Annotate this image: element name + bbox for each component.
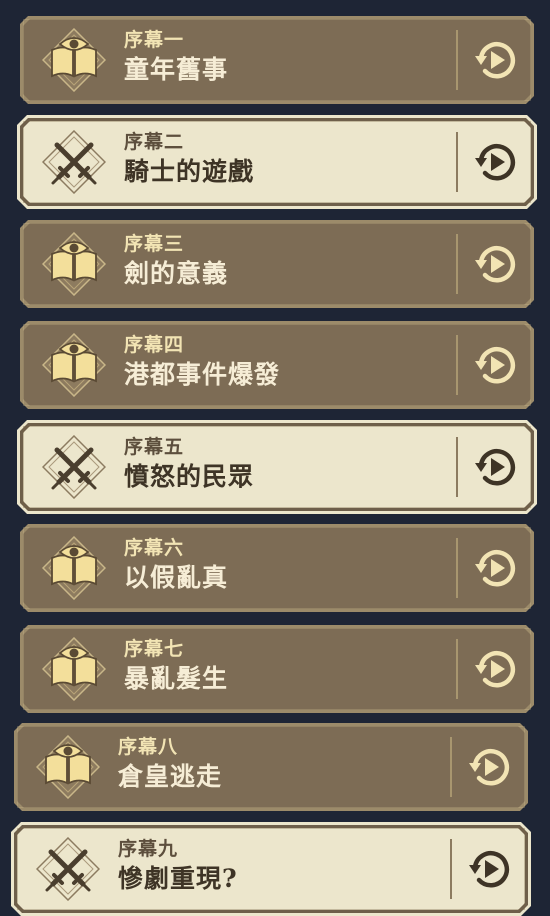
divider <box>456 30 458 90</box>
chapter-title: 劍的意義 <box>124 259 229 288</box>
replay-button[interactable] <box>466 845 514 893</box>
chapter-card[interactable]: 序幕八 倉皇逃走 <box>14 723 528 811</box>
replay-button[interactable] <box>466 743 514 791</box>
replay-button[interactable] <box>472 138 520 186</box>
divider <box>456 132 458 192</box>
chapter-title: 憤怒的民眾 <box>124 462 255 491</box>
chapter-number: 序幕八 <box>118 736 179 758</box>
chapter-number: 序幕三 <box>124 233 185 255</box>
chapter-title: 暴亂髮生 <box>124 664 229 693</box>
book-eye-icon <box>36 735 100 799</box>
chapter-title: 以假亂真 <box>124 563 229 592</box>
replay-icon <box>475 550 516 587</box>
chapter-number: 序幕九 <box>118 838 179 860</box>
book-eye-icon <box>42 333 106 397</box>
divider <box>456 639 458 699</box>
chapter-card[interactable]: 序幕九 慘劇重現? <box>14 825 528 913</box>
chapter-number: 序幕一 <box>124 29 185 51</box>
chapter-card[interactable]: 序幕六 以假亂真 <box>20 524 534 612</box>
chapter-card[interactable]: 序幕五 憤怒的民眾 <box>20 423 534 511</box>
chapter-card[interactable]: 序幕四 港都事件爆發 <box>20 321 534 409</box>
chapter-number: 序幕二 <box>124 131 185 153</box>
replay-button[interactable] <box>472 544 520 592</box>
replay-button[interactable] <box>472 443 520 491</box>
chapter-card[interactable]: 序幕二 騎士的遊戲 <box>20 118 534 206</box>
divider <box>456 234 458 294</box>
crossed-swords-icon <box>36 837 100 901</box>
chapter-number: 序幕六 <box>124 537 185 559</box>
chapter-card[interactable]: 序幕三 劍的意義 <box>20 220 534 308</box>
book-eye-icon <box>42 28 106 92</box>
chapter-card[interactable]: 序幕一 童年舊事 <box>20 16 534 104</box>
replay-button[interactable] <box>472 36 520 84</box>
crossed-swords-icon <box>42 130 106 194</box>
replay-icon <box>469 851 510 888</box>
book-eye-icon <box>42 536 106 600</box>
replay-icon <box>475 651 516 688</box>
chapter-number: 序幕七 <box>124 638 185 660</box>
chapter-number: 序幕四 <box>124 334 185 356</box>
divider <box>456 538 458 598</box>
divider <box>450 737 452 797</box>
chapter-number: 序幕五 <box>124 436 185 458</box>
chapter-title: 港都事件爆發 <box>124 360 281 389</box>
chapter-title: 慘劇重現? <box>118 864 238 893</box>
divider <box>450 839 452 899</box>
replay-button[interactable] <box>472 240 520 288</box>
book-eye-icon <box>42 232 106 296</box>
replay-icon <box>475 144 516 181</box>
chapter-title: 童年舊事 <box>124 55 229 84</box>
book-eye-icon <box>42 637 106 701</box>
divider <box>456 335 458 395</box>
replay-icon <box>469 749 510 786</box>
replay-icon <box>475 246 516 283</box>
replay-icon <box>475 449 516 486</box>
crossed-swords-icon <box>42 435 106 499</box>
replay-icon <box>475 42 516 79</box>
chapter-list: 序幕一 童年舊事 序幕二 騎士的遊戲 序幕三 劍的意義 序幕四 港都事件爆發 序… <box>0 0 550 914</box>
chapter-card[interactable]: 序幕七 暴亂髮生 <box>20 625 534 713</box>
replay-button[interactable] <box>472 341 520 389</box>
replay-icon <box>475 347 516 384</box>
chapter-title: 騎士的遊戲 <box>124 157 255 186</box>
replay-button[interactable] <box>472 645 520 693</box>
chapter-title: 倉皇逃走 <box>118 762 223 791</box>
divider <box>456 437 458 497</box>
